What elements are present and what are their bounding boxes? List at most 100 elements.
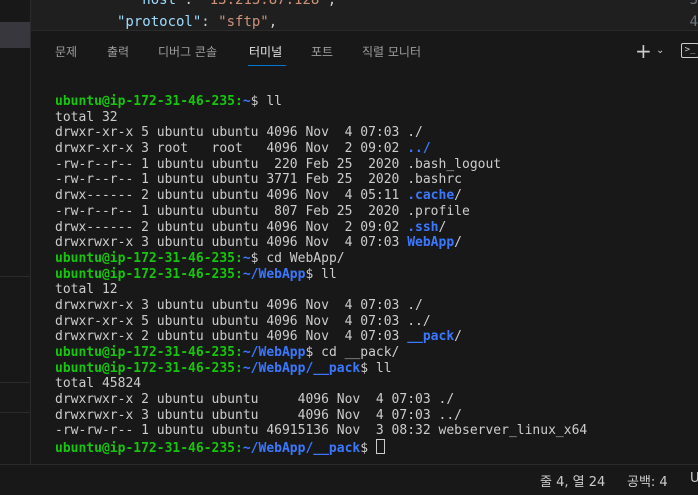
file-name: ../	[438, 407, 462, 423]
file-suffix: /	[438, 219, 447, 235]
file-name: ../	[407, 141, 431, 157]
file-name: ./	[438, 392, 455, 408]
file-meta: drwxrwxr-x 3 ubuntu ubuntu 4096 Nov 4 07…	[55, 297, 408, 313]
file-suffix: /	[454, 329, 462, 345]
terminal-line: ubuntu@ip-172-31-46-235:~$ ll	[55, 94, 587, 110]
file-name: ./	[407, 125, 423, 141]
terminal-line: total 12	[55, 282, 587, 298]
terminal-line: drwxrwxr-x 2 ubuntu ubuntu 4096 Nov 4 07…	[55, 329, 587, 345]
terminal-text: total 32	[55, 109, 118, 125]
file-meta: drwxrwxr-x 2 ubuntu ubuntu 4096 Nov 4 07…	[55, 329, 408, 345]
file-name: .bashrc	[407, 172, 462, 188]
prompt-path: ~	[242, 94, 251, 109]
file-name: .ssh	[407, 219, 439, 235]
prompt-user-host: ubuntu@ip-172-31-46-235:	[55, 94, 243, 109]
terminal-line: ubuntu@ip-172-31-46-235:~$ cd WebApp/	[55, 251, 587, 267]
prompt-path: ~/WebApp/__pack	[242, 441, 361, 457]
terminal-line: ubuntu@ip-172-31-46-235:~/WebApp/__pack$…	[55, 361, 587, 377]
file-meta: drwxrwxr-x 2 ubuntu ubuntu 4096 Nov 4 07…	[55, 392, 439, 408]
prompt-command: $	[360, 441, 369, 457]
terminal-cursor	[375, 439, 385, 455]
prompt-user-host: ubuntu@ip-172-31-46-235:	[55, 250, 243, 266]
tab-problems[interactable]: 문제	[55, 43, 77, 60]
tab-ports[interactable]: 포트	[311, 43, 333, 60]
file-meta: -rw-r--r-- 1 ubuntu ubuntu 220 Feb 25 20…	[55, 156, 408, 172]
panel-tabs: 문제 출력 디버그 콘솔 터미널 포트 직렬 모니터 + ⌄ >_	[31, 31, 698, 71]
line-number: 3	[689, 0, 698, 8]
sidebar-divider	[0, 382, 30, 383]
tab-terminal[interactable]: 터미널	[249, 43, 282, 60]
file-meta: -rw-rw-r-- 1 ubuntu ubuntu 46915136 Nov …	[55, 423, 439, 439]
terminal-text: total 12	[55, 282, 118, 298]
prompt-user-host: ubuntu@ip-172-31-46-235:	[55, 266, 243, 282]
terminal-icon[interactable]: >_	[681, 43, 698, 58]
terminal-line: drwx------ 2 ubuntu ubuntu 4096 Nov 4 05…	[55, 188, 587, 204]
terminal-line: total 32	[55, 110, 587, 126]
file-meta: -rw-r--r-- 1 ubuntu ubuntu 807 Feb 25 20…	[55, 203, 408, 219]
code-editor[interactable]: 3 "host": "13.213.87.128", 4 "protocol":…	[31, 0, 698, 30]
code-line[interactable]: "host": "13.213.87.128",	[117, 0, 336, 8]
terminal-line: drwx------ 2 ubuntu ubuntu 4096 Nov 2 09…	[55, 220, 587, 236]
terminal-line: drwxrwxr-x 3 ubuntu ubuntu 4096 Nov 4 07…	[55, 298, 587, 314]
code-line[interactable]: "protocol": "sftp",	[117, 14, 277, 30]
prompt-path: ~/WebApp/__pack	[242, 360, 361, 376]
tab-serial-monitor[interactable]: 직렬 모니터	[362, 43, 421, 60]
status-cursor-position[interactable]: 줄 4, 열 24	[540, 471, 605, 490]
terminal-line: drwxr-xr-x 5 ubuntu ubuntu 4096 Nov 4 07…	[55, 314, 587, 330]
prompt-command: $ ll	[305, 266, 337, 282]
file-name: ./	[407, 297, 423, 313]
terminal-output[interactable]: ubuntu@ip-172-31-46-235:~$ ll total 32 drw…	[55, 94, 587, 457]
terminal-line: drwxrwxr-x 3 ubuntu ubuntu 4096 Nov 4 07…	[55, 408, 587, 424]
prompt-path: ~	[242, 250, 251, 266]
file-meta: drwx------ 2 ubuntu ubuntu 4096 Nov 4 05…	[55, 188, 408, 204]
terminal-line: -rw-r--r-- 1 ubuntu ubuntu 220 Feb 25 20…	[55, 157, 587, 173]
file-suffix: /	[454, 188, 462, 204]
prompt-command: $ cd WebApp/	[250, 250, 345, 266]
tab-debug-console[interactable]: 디버그 콘솔	[158, 43, 217, 60]
terminal-line: drwxrwxr-x 3 ubuntu ubuntu 4096 Nov 4 07…	[55, 235, 587, 251]
file-meta: drwxr-xr-x 5 ubuntu ubuntu 4096 Nov 4 07…	[55, 313, 408, 329]
terminal-line: ubuntu@ip-172-31-46-235:~/WebApp$ ll	[55, 267, 587, 283]
file-name: .profile	[407, 203, 470, 219]
terminal-line: -rw-r--r-- 1 ubuntu ubuntu 3771 Feb 25 2…	[55, 172, 587, 188]
prompt-path: ~/WebApp	[242, 345, 306, 360]
file-name: .bash_logout	[407, 156, 502, 172]
file-meta: drwxrwxr-x 3 ubuntu ubuntu 4096 Nov 4 07…	[55, 407, 439, 423]
file-name: WebApp	[407, 235, 455, 251]
file-meta: -rw-r--r-- 1 ubuntu ubuntu 3771 Feb 25 2…	[55, 172, 408, 188]
sidebar-selected-item[interactable]	[0, 22, 30, 48]
terminal-line: drwxrwxr-x 2 ubuntu ubuntu 4096 Nov 4 07…	[55, 392, 587, 408]
terminal-text: total 45824	[55, 376, 142, 392]
status-indentation[interactable]: 공백: 4	[627, 471, 668, 490]
prompt-user-host: ubuntu@ip-172-31-46-235:	[55, 345, 243, 360]
file-meta: drwxr-xr-x 3 root root 4096 Nov 2 09:02	[55, 141, 408, 157]
prompt-user-host: ubuntu@ip-172-31-46-235:	[55, 360, 243, 376]
terminal-line: drwxr-xr-x 3 root root 4096 Nov 2 09:02 …	[55, 141, 587, 157]
terminal-line: -rw-rw-r-- 1 ubuntu ubuntu 46915136 Nov …	[55, 423, 587, 439]
terminal-line: ubuntu@ip-172-31-46-235:~/WebApp/__pack$	[55, 439, 587, 457]
activity-sidebar	[0, 0, 31, 464]
status-bar: 줄 4, 열 24 공백: 4 U	[0, 464, 698, 495]
file-meta: drwxrwxr-x 3 ubuntu ubuntu 4096 Nov 4 07…	[55, 235, 408, 251]
bottom-panel: 문제 출력 디버그 콘솔 터미널 포트 직렬 모니터 + ⌄ >_ ubuntu…	[31, 30, 698, 465]
sidebar-divider	[0, 276, 30, 277]
terminal-line: ubuntu@ip-172-31-46-235:~/WebApp$ cd __p…	[55, 345, 587, 361]
file-name: .cache	[407, 188, 455, 204]
chevron-down-icon[interactable]: ⌄	[656, 45, 664, 56]
prompt-user-host: ubuntu@ip-172-31-46-235:	[55, 441, 243, 457]
prompt-command: $ ll	[360, 360, 392, 376]
new-terminal-plus-icon[interactable]: +	[635, 41, 652, 61]
terminal-line: drwxr-xr-x 5 ubuntu ubuntu 4096 Nov 4 07…	[55, 125, 587, 141]
file-meta: drwxr-xr-x 5 ubuntu ubuntu 4096 Nov 4 07…	[55, 125, 408, 141]
prompt-command: $ cd __pack/	[305, 345, 400, 360]
file-name: ../	[407, 313, 431, 329]
file-meta: drwx------ 2 ubuntu ubuntu 4096 Nov 2 09…	[55, 219, 408, 235]
active-tab-indicator	[248, 65, 286, 66]
terminal-line: total 45824	[55, 376, 587, 392]
file-name: webserver_linux_x64	[438, 423, 588, 439]
prompt-command: $ ll	[250, 94, 282, 109]
tab-output[interactable]: 출력	[107, 43, 129, 60]
terminal-line: -rw-r--r-- 1 ubuntu ubuntu 807 Feb 25 20…	[55, 204, 587, 220]
status-encoding[interactable]: U	[690, 471, 698, 486]
line-number: 4	[689, 14, 698, 30]
